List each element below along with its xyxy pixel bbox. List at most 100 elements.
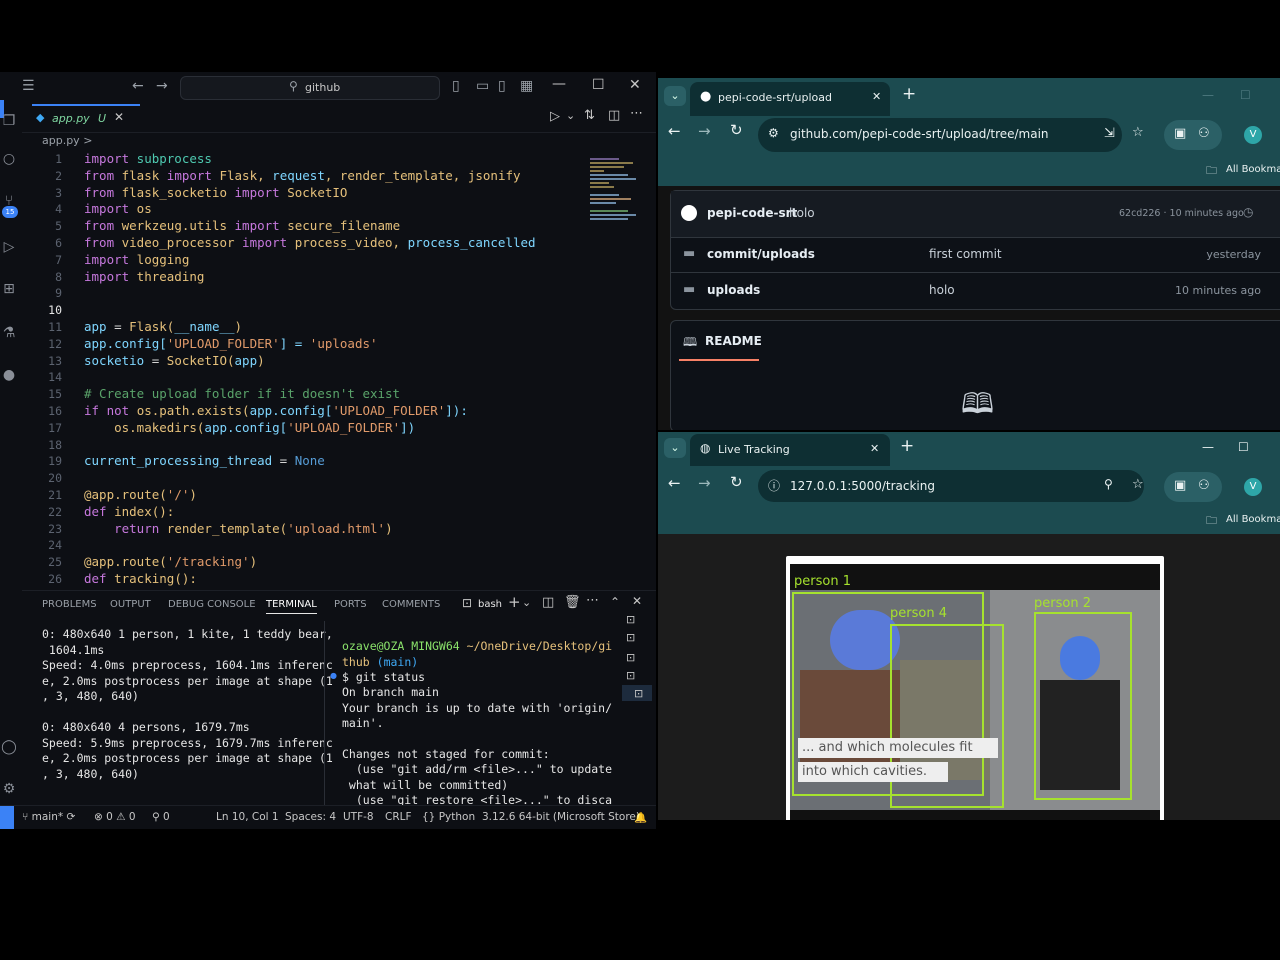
code-line[interactable]: @app.route('/tracking'): [84, 554, 257, 569]
install-app-icon[interactable]: ⇲: [1104, 126, 1115, 141]
terminal-split-divider[interactable]: [324, 621, 325, 811]
maximize-icon[interactable]: ☐: [592, 77, 605, 93]
profile-avatar[interactable]: V: [1244, 478, 1262, 496]
code-line[interactable]: import os: [84, 201, 152, 216]
extension-icon[interactable]: ▣: [1174, 478, 1186, 493]
terminal-shell-label[interactable]: bash: [478, 599, 502, 610]
problems-status[interactable]: ⊗ 0 ⚠ 0: [94, 811, 136, 823]
readme-tab[interactable]: README: [705, 334, 762, 348]
settings-gear-icon[interactable]: ⚙: [0, 780, 18, 798]
terminal-instance-icon[interactable]: ⊡: [626, 669, 635, 682]
minimize-icon[interactable]: —: [1202, 88, 1214, 102]
panel-tab-debug-console[interactable]: DEBUG CONSOLE: [168, 599, 256, 610]
reload-icon[interactable]: ↻: [730, 121, 743, 139]
compare-icon[interactable]: ⇅: [584, 108, 595, 123]
forward-arrow-icon[interactable]: →: [698, 122, 711, 140]
new-tab-icon[interactable]: +: [900, 436, 914, 456]
new-tab-icon[interactable]: +: [902, 84, 916, 104]
profile-avatar[interactable]: V: [1244, 126, 1262, 144]
file-commit-message[interactable]: holo: [929, 283, 955, 297]
terminal-instance-icon[interactable]: ⊡: [626, 651, 635, 664]
close-icon[interactable]: ✕: [629, 77, 641, 93]
code-line[interactable]: from flask_socketio import SocketIO: [84, 185, 347, 200]
commit-message[interactable]: holo: [789, 206, 815, 220]
testing-icon[interactable]: ⚗: [0, 324, 18, 342]
forward-arrow-icon[interactable]: →: [698, 474, 711, 492]
tab-close-icon[interactable]: ✕: [872, 90, 881, 103]
zoom-icon[interactable]: ⚲: [1104, 477, 1113, 491]
panel-tab-terminal[interactable]: TERMINAL: [266, 599, 317, 614]
panel-tab-ports[interactable]: PORTS: [334, 599, 367, 610]
explorer-icon[interactable]: ❐: [0, 112, 18, 130]
commit-author[interactable]: pepi-code-srt: [707, 206, 797, 220]
bookmark-star-icon[interactable]: ☆: [1132, 125, 1144, 140]
panel-tab-comments[interactable]: COMMENTS: [382, 599, 440, 610]
end-of-line[interactable]: CRLF: [385, 811, 412, 823]
back-arrow-icon[interactable]: ←: [132, 78, 144, 94]
code-line[interactable]: import subprocess: [84, 151, 212, 166]
code-line[interactable]: return render_template('upload.html'): [84, 521, 393, 536]
code-line[interactable]: from werkzeug.utils import secure_filena…: [84, 218, 400, 233]
toggle-panel-icon[interactable]: ▭: [476, 78, 489, 94]
toggle-sidebar-icon[interactable]: ▯: [452, 78, 460, 94]
ports-status[interactable]: ⚲ 0: [152, 811, 170, 823]
tab-close-icon[interactable]: ✕: [114, 110, 124, 124]
minimap[interactable]: [590, 156, 638, 246]
python-interpreter[interactable]: 3.12.6 64-bit (Microsoft Store): [482, 811, 640, 823]
file-row[interactable]: ▬ uploads holo 10 minutes ago: [671, 273, 1280, 308]
extensions-puzzle-icon[interactable]: ⚇: [1198, 126, 1210, 141]
extensions-puzzle-icon[interactable]: ⚇: [1198, 478, 1210, 493]
panel-tab-problems[interactable]: PROBLEMS: [42, 599, 97, 610]
file-name[interactable]: commit/uploads: [707, 247, 815, 261]
close-panel-icon[interactable]: ✕: [632, 594, 642, 608]
address-bar[interactable]: ⚙ github.com/pepi-code-srt/upload/tree/m…: [758, 118, 1122, 152]
branch-status[interactable]: ⑂ main* ⟳: [22, 811, 75, 823]
search-icon[interactable]: ○: [0, 150, 18, 168]
code-editor[interactable]: 1 import subprocess 2 from flask import Fla…: [40, 151, 610, 662]
code-line[interactable]: def index():: [84, 504, 174, 519]
kill-terminal-icon[interactable]: 🗑: [564, 595, 581, 610]
code-line[interactable]: def tracking():: [84, 571, 197, 586]
file-commit-message[interactable]: first commit: [929, 247, 1002, 261]
encoding[interactable]: UTF-8: [343, 811, 374, 823]
terminal-output-right[interactable]: ozave@OZA MINGW64 ~/OneDrive/Desktop/gi …: [342, 639, 612, 809]
panel-tab-output[interactable]: OUTPUT: [110, 599, 151, 610]
new-terminal-icon[interactable]: +: [508, 593, 521, 611]
tab-search-chevron-icon[interactable]: ⌄: [664, 438, 686, 458]
github-icon[interactable]: ●: [0, 366, 18, 384]
code-line[interactable]: app = Flask(__name__): [84, 319, 242, 334]
code-line[interactable]: import logging: [84, 252, 189, 267]
avatar[interactable]: [681, 205, 697, 221]
more-actions-icon[interactable]: ⋯: [630, 106, 643, 121]
split-editor-icon[interactable]: ◫: [608, 108, 620, 123]
history-clock-icon[interactable]: ◷: [1243, 205, 1253, 219]
run-chevron-icon[interactable]: ⌄: [566, 109, 575, 122]
customize-layout-icon[interactable]: ▦: [520, 78, 533, 94]
code-line[interactable]: socketio = SocketIO(app): [84, 353, 265, 368]
maximize-panel-icon[interactable]: ⌃: [610, 595, 620, 609]
maximize-icon[interactable]: ☐: [1240, 88, 1251, 102]
site-info-icon[interactable]: ⓘ: [768, 477, 780, 494]
terminal-instance-icon[interactable]: ⊡: [626, 631, 635, 644]
code-line[interactable]: @app.route('/'): [84, 487, 197, 502]
bookmarks-folder-icon[interactable]: 🗀: [1206, 162, 1217, 181]
address-bar[interactable]: ⓘ 127.0.0.1:5000/tracking ⚲: [758, 470, 1144, 502]
all-bookmarks-label[interactable]: All Bookmar: [1226, 164, 1280, 175]
code-line[interactable]: os.makedirs(app.config['UPLOAD_FOLDER']): [84, 420, 415, 435]
file-row[interactable]: ▬ commit/uploads first commit yesterday: [671, 237, 1280, 273]
back-arrow-icon[interactable]: ←: [668, 474, 681, 492]
code-line[interactable]: app.config['UPLOAD_FOLDER'] = 'uploads': [84, 336, 378, 351]
language-mode[interactable]: {} Python: [422, 811, 475, 823]
menu-icon[interactable]: ☰: [22, 78, 35, 94]
back-arrow-icon[interactable]: ←: [668, 122, 681, 140]
run-debug-icon[interactable]: ▷: [0, 238, 18, 256]
extensions-icon[interactable]: ⊞: [0, 280, 18, 298]
code-line[interactable]: from video_processor import process_vide…: [84, 235, 536, 250]
all-bookmarks-label[interactable]: All Bookmar: [1226, 514, 1280, 525]
breadcrumb[interactable]: app.py >: [42, 134, 92, 147]
cursor-position[interactable]: Ln 10, Col 1: [216, 811, 279, 823]
code-line[interactable]: if not os.path.exists(app.config['UPLOAD…: [84, 403, 468, 418]
indentation[interactable]: Spaces: 4: [285, 811, 336, 823]
code-line[interactable]: from flask import Flask, request, render…: [84, 168, 521, 183]
extension-icon[interactable]: ▣: [1174, 126, 1186, 141]
